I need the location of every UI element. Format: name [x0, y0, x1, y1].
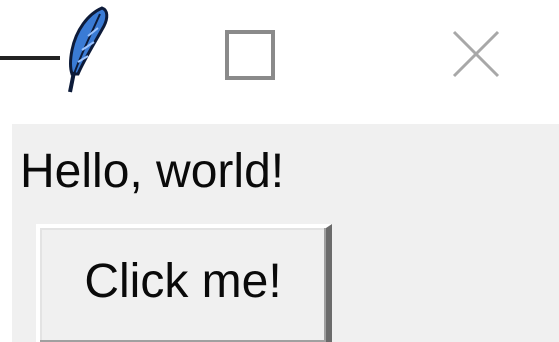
close-button[interactable] — [430, 18, 520, 90]
maximize-icon — [225, 30, 275, 80]
minimize-button[interactable] — [0, 18, 64, 90]
title-bar[interactable] — [0, 0, 559, 112]
app-icon — [58, 4, 114, 94]
close-icon — [452, 30, 500, 78]
click-me-button-label: Click me! — [84, 255, 282, 308]
click-me-button[interactable]: Click me! — [36, 224, 332, 342]
client-area: Hello, world! Click me! — [12, 124, 559, 342]
app-window: Hello, world! Click me! — [0, 0, 559, 342]
minimize-icon — [0, 56, 60, 60]
maximize-button[interactable] — [210, 18, 290, 90]
hello-label: Hello, world! — [20, 145, 285, 198]
feather-icon — [68, 6, 109, 93]
